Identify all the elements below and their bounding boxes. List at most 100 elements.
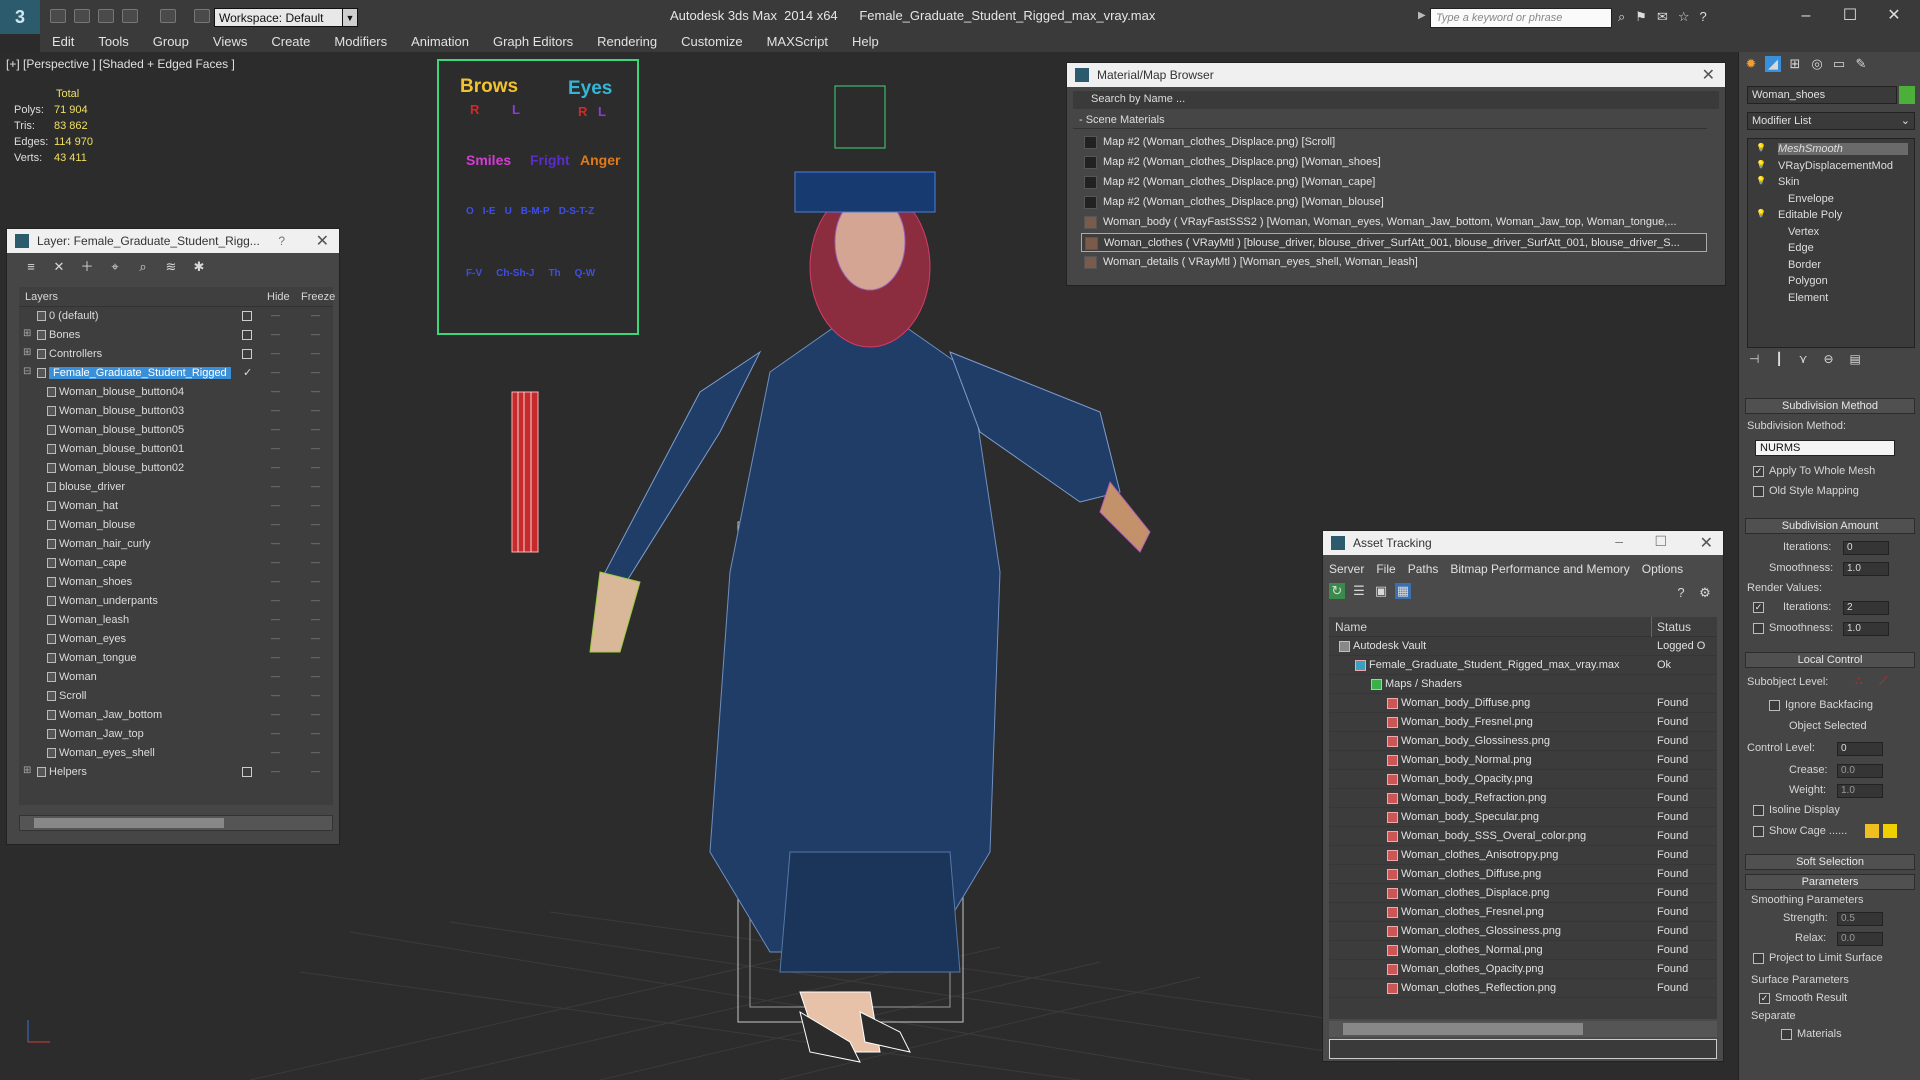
material-browser-titlebar[interactable]: Material/Map Browser ✕ xyxy=(1067,63,1725,87)
hide-toggle[interactable]: — xyxy=(271,367,285,377)
layer-row[interactable]: Woman_blouse_button05 — — xyxy=(19,421,333,440)
layer-row[interactable]: Woman_blouse_button02 — — xyxy=(19,459,333,478)
redo-icon[interactable] xyxy=(160,9,176,23)
hide-toggle[interactable]: — xyxy=(271,500,285,510)
layer-row[interactable]: Woman_hair_curly — — xyxy=(19,535,333,554)
col-status[interactable]: Status xyxy=(1657,620,1691,634)
hide-toggle[interactable]: — xyxy=(271,576,285,586)
material-search-input[interactable]: Search by Name ... xyxy=(1073,91,1719,109)
asset-menu-file[interactable]: File xyxy=(1370,559,1401,579)
app-logo-icon[interactable]: 3 xyxy=(0,0,40,34)
menu-modifiers[interactable]: Modifiers xyxy=(322,30,399,52)
modifier-list-dropdown[interactable]: Modifier List ⌄ xyxy=(1747,112,1915,130)
pin-stack-icon[interactable]: ⊣ xyxy=(1749,352,1759,366)
search-input[interactable]: Type a keyword or phrase xyxy=(1430,8,1612,28)
hide-toggle[interactable]: — xyxy=(271,405,285,415)
layer-row[interactable]: Woman_hat — — xyxy=(19,497,333,516)
hide-toggle[interactable]: — xyxy=(271,310,285,320)
close-icon[interactable]: ✕ xyxy=(1702,65,1715,85)
isoline-display-checkbox[interactable] xyxy=(1753,805,1764,816)
freeze-toggle[interactable]: — xyxy=(311,728,325,738)
viewport-label[interactable]: [+] [Perspective ] [Shaded + Edged Faces… xyxy=(6,57,235,71)
freeze-toggle[interactable]: — xyxy=(311,367,325,377)
rollout-parameters[interactable]: Parameters xyxy=(1745,874,1915,890)
separate-materials-checkbox[interactable] xyxy=(1781,1029,1792,1040)
save-file-icon[interactable] xyxy=(98,9,114,23)
hide-toggle[interactable]: — xyxy=(271,424,285,434)
menu-group[interactable]: Group xyxy=(141,30,201,52)
hide-toggle[interactable]: — xyxy=(271,614,285,624)
hide-toggle[interactable]: — xyxy=(271,329,285,339)
old-style-mapping-checkbox[interactable] xyxy=(1753,486,1764,497)
new-layer-icon[interactable]: ≡ xyxy=(23,259,39,275)
freeze-toggle[interactable]: — xyxy=(311,310,325,320)
freeze-toggle[interactable]: — xyxy=(311,576,325,586)
hide-toggle[interactable]: — xyxy=(271,766,285,776)
show-cage-checkbox[interactable] xyxy=(1753,826,1764,837)
freeze-toggle[interactable]: — xyxy=(311,519,325,529)
layer-active-checkbox[interactable] xyxy=(242,767,252,777)
layer-row[interactable]: Woman_blouse_button03 — — xyxy=(19,402,333,421)
vertex-subobject-icon[interactable]: ∴ xyxy=(1855,674,1863,688)
modifier-stack-item[interactable]: Polygon xyxy=(1788,275,1828,287)
layer-row[interactable]: Woman_blouse_button04 — — xyxy=(19,383,333,402)
modifier-stack-item[interactable]: Element xyxy=(1788,292,1828,304)
settings-icon[interactable]: ⚙ xyxy=(1697,585,1713,601)
asset-row[interactable]: Woman_body_Refraction.png Found xyxy=(1329,789,1717,808)
menu-maxscript[interactable]: MAXScript xyxy=(755,30,840,52)
layer-row[interactable]: ⊞ Bones — — xyxy=(19,326,333,345)
modifier-stack-item[interactable]: Envelope xyxy=(1788,193,1834,205)
hide-toggle[interactable]: — xyxy=(271,519,285,529)
asset-row[interactable]: Maps / Shaders xyxy=(1329,675,1717,694)
material-row[interactable]: Map #2 (Woman_clothes_Displace.png) [Scr… xyxy=(1081,133,1707,152)
material-row[interactable]: Woman_details ( VRayMtl ) [Woman_eyes_sh… xyxy=(1081,253,1707,272)
menu-animation[interactable]: Animation xyxy=(399,30,481,52)
freeze-toggle[interactable]: — xyxy=(311,500,325,510)
hide-toggle[interactable]: — xyxy=(271,481,285,491)
layer-row[interactable]: Woman_Jaw_bottom — — xyxy=(19,706,333,725)
ignore-backfacing-checkbox[interactable] xyxy=(1769,700,1780,711)
asset-menu-server[interactable]: Server xyxy=(1323,559,1370,579)
weight-spinner[interactable]: 1.0 xyxy=(1837,784,1883,798)
menu-edit[interactable]: Edit xyxy=(40,30,86,52)
asset-menu-bitmap[interactable]: Bitmap Performance and Memory xyxy=(1444,559,1635,579)
asset-row[interactable]: Woman_clothes_Reflection.png Found xyxy=(1329,979,1717,998)
asset-row[interactable]: Woman_body_Normal.png Found xyxy=(1329,751,1717,770)
layer-active-checkbox[interactable] xyxy=(242,349,252,359)
rollout-subdivision-method[interactable]: Subdivision Method xyxy=(1745,398,1915,414)
close-icon[interactable]: ✕ xyxy=(316,231,329,251)
new-file-icon[interactable] xyxy=(50,9,66,23)
minimize-button[interactable]: – xyxy=(1786,4,1826,28)
layer-row[interactable]: blouse_driver — — xyxy=(19,478,333,497)
highlight-layer-icon[interactable]: ⌕ xyxy=(135,259,151,275)
layer-row[interactable]: ⊞ Helpers — — xyxy=(19,763,333,782)
freeze-toggle[interactable]: — xyxy=(311,443,325,453)
table-view-icon[interactable]: ▦ xyxy=(1395,583,1411,599)
menu-help[interactable]: Help xyxy=(840,30,891,52)
freeze-toggle[interactable]: — xyxy=(311,595,325,605)
layer-row[interactable]: ⊞ Controllers — — xyxy=(19,345,333,364)
modifier-toggle-icon[interactable]: 💡 xyxy=(1756,160,1766,169)
hide-toggle[interactable]: — xyxy=(271,671,285,681)
layer-row[interactable]: Scroll — — xyxy=(19,687,333,706)
freeze-toggle[interactable]: — xyxy=(311,405,325,415)
material-row[interactable]: Map #2 (Woman_clothes_Displace.png) [Wom… xyxy=(1081,173,1707,192)
layer-row[interactable]: Woman — — xyxy=(19,668,333,687)
layer-row[interactable]: Woman_eyes_shell — — xyxy=(19,744,333,763)
modifier-stack-item[interactable]: MeshSmooth xyxy=(1778,143,1908,155)
scene-materials-group[interactable]: - Scene Materials xyxy=(1073,113,1707,129)
hide-toggle[interactable]: — xyxy=(271,557,285,567)
modifier-stack-item[interactable]: Border xyxy=(1788,259,1821,271)
utilities-tab-icon[interactable]: ✎ xyxy=(1853,56,1869,72)
layer-row[interactable]: Woman_leash — — xyxy=(19,611,333,630)
cage-color-swatch-1[interactable] xyxy=(1865,824,1879,838)
render-smoothness-checkbox[interactable] xyxy=(1753,623,1764,634)
hide-toggle[interactable]: — xyxy=(271,747,285,757)
menu-tools[interactable]: Tools xyxy=(86,30,140,52)
add-to-layer-icon[interactable]: ＋ xyxy=(79,259,95,275)
expand-icon[interactable]: ⊞ xyxy=(23,347,31,358)
freeze-toggle[interactable]: — xyxy=(311,709,325,719)
project-limit-checkbox[interactable] xyxy=(1753,953,1764,964)
menu-rendering[interactable]: Rendering xyxy=(585,30,669,52)
motion-tab-icon[interactable]: ◎ xyxy=(1809,56,1825,72)
